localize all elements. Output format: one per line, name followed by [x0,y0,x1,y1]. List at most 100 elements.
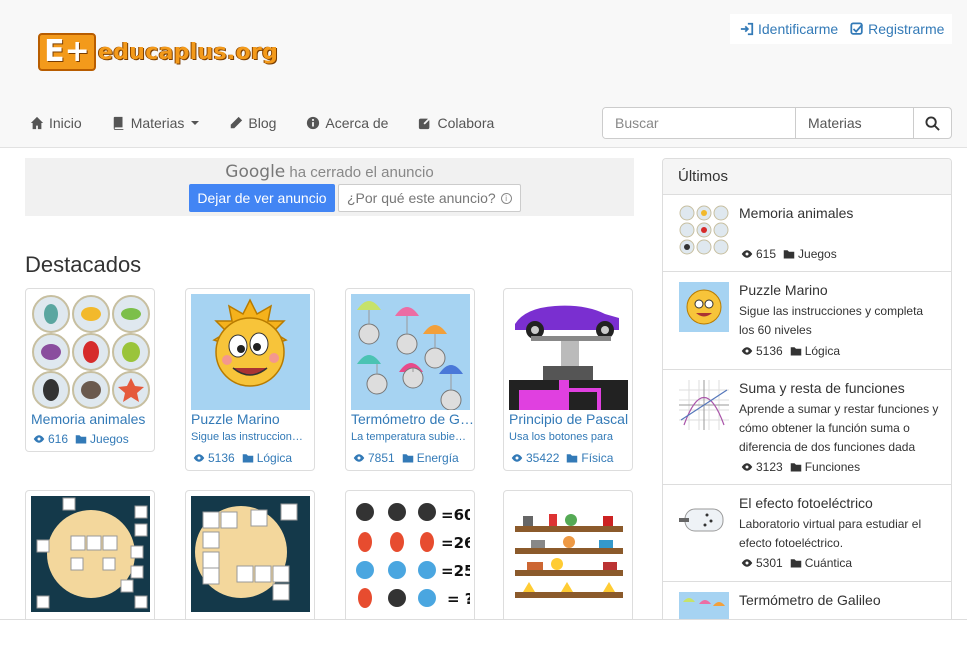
sidebar-item-meta: 5136 Lógica [741,344,840,358]
card-views: 7851 [368,451,395,465]
eye-icon [741,250,753,258]
eye-icon [741,347,753,355]
featured-card[interactable] [25,490,155,630]
functions-graph-thumbnail [679,380,729,430]
sidebar-item[interactable]: Suma y resta de funciones Aprende a suma… [663,370,951,485]
puzzle-marino-thumbnail [191,294,310,410]
sidebar-item[interactable]: Puzzle Marino Sigue las instrucciones y … [663,272,951,370]
nav-acerca[interactable]: Acerca de [306,115,388,131]
sidebar-item-title[interactable]: Termómetro de Galileo [739,592,881,608]
sidebar-item-meta: 3123 Funciones [741,460,860,474]
nav-colabora[interactable]: Colabora [418,115,494,131]
featured-card[interactable] [503,490,633,630]
login-label: Identificarme [758,21,839,37]
search-icon [925,115,940,131]
svg-text:=60: =60 [441,506,470,524]
card-title[interactable]: Termómetro de Galileo [351,411,475,427]
login-link[interactable]: Identificarme [740,21,838,37]
sidebar-item-title[interactable]: El efecto fotoeléctrico [739,495,873,511]
nav-colabora-label: Colabora [437,115,495,131]
featured-card[interactable]: Principio de Pascal Usa los botones para… [503,288,633,471]
site-logo[interactable]: E+ educaplus.org [38,30,278,74]
folder-icon [402,454,413,463]
search-bar: Materias [602,107,952,139]
numbers-game-thumbnail [191,496,310,612]
featured-card[interactable]: Puzzle Marino Sigue las instrucciones y … [185,288,315,471]
card-description: Sigue las instrucciones y completa [191,431,309,443]
nav-blog-label: Blog [248,115,277,131]
sidebar-item-title[interactable]: Puzzle Marino [739,282,828,298]
svg-text:=25: =25 [441,562,470,580]
share-icon [419,116,432,130]
logo-wordmark: educaplus.org [98,39,279,65]
check-square-icon [850,22,864,35]
search-input[interactable] [603,108,796,138]
principio-pascal-thumbnail [509,294,628,410]
main-nav: Inicio Materias Blog Acerca de Colabora [30,108,524,138]
memoria-animales-thumbnail [31,294,150,410]
sidebar-item-views: 5136 [756,344,783,358]
sidebar-item-title[interactable]: Memoria animales [739,205,853,221]
eye-icon [33,435,45,443]
letters-game-thumbnail [31,496,150,612]
chevron-down-icon [191,121,200,125]
ad-closed-message: Google ha cerrado el anuncio [25,162,634,182]
register-link[interactable]: Registrarme [850,21,944,37]
svg-text:= ?: = ? [447,590,470,608]
info-icon [307,116,320,130]
nav-blog[interactable]: Blog [229,115,276,131]
featured-card[interactable] [185,490,315,630]
sign-in-icon [740,22,754,36]
search-button[interactable] [914,108,951,138]
card-category: Juegos [90,432,129,446]
card-meta: 5136 Lógica [193,451,292,465]
stop-seeing-ad-button[interactable]: Dejar de ver anuncio [189,184,335,212]
sidebar-item-title[interactable]: Suma y resta de funciones [739,380,905,396]
sidebar-item-description: Sigue las instrucciones y completa los 6… [739,304,924,337]
search-category-select[interactable]: Materias [796,108,914,138]
sidebar-item-category: Juegos [798,247,837,261]
sidebar-item-category: Lógica [804,344,841,358]
sidebar-heading: Últimos [663,159,951,195]
sidebar-item-category: Cuántica [804,556,853,570]
photoelectric-thumbnail [679,495,729,545]
google-label: Google [225,162,286,182]
sidebar-item-description: Laboratorio virtual para estudiar el efe… [739,517,922,550]
folder-icon [790,347,801,356]
folder-icon [75,435,87,444]
why-this-ad-button[interactable]: ¿Por qué este anuncio? i [338,184,521,212]
card-views: 35422 [526,451,560,465]
sidebar-item-description: Aprende a sumar y restar funciones y cóm… [739,402,939,454]
featured-card[interactable]: =60 =26 =25 = ? [345,490,475,630]
card-title[interactable]: Memoria animales [31,411,155,427]
nav-materias-label: Materias [130,115,185,131]
sidebar-item-meta: 5301 Cuántica [741,556,852,570]
auth-bar: Identificarme Registrarme [730,14,952,44]
featured-card[interactable]: Memoria animales 616 Juegos [25,288,155,452]
eye-icon [511,454,523,462]
register-label: Registrarme [868,21,945,37]
sidebar-item-views: 615 [756,247,777,261]
featured-heading: Destacados [25,252,142,277]
card-description: Usa los botones para [509,431,613,443]
folder-icon [242,454,253,463]
folder-icon [790,463,801,472]
why-this-ad-label: ¿Por qué este anuncio? [347,190,496,206]
folder-icon [783,250,795,259]
sidebar-item[interactable]: El efecto fotoeléctrico Laboratorio virt… [663,485,951,582]
termometro-galileo-thumbnail [351,294,470,410]
card-category: Energía [416,451,459,465]
shelves-thumbnail [509,496,628,612]
eye-icon [741,463,753,471]
folder-icon [567,454,578,463]
card-title[interactable]: Principio de Pascal [509,411,633,427]
card-title[interactable]: Puzzle Marino [191,411,315,427]
sidebar-item[interactable]: Memoria animales 615 Juegos [663,195,951,272]
memoria-animales-thumbnail [679,205,729,255]
featured-card[interactable]: Termómetro de Galileo La temperatura sub… [345,288,475,471]
nav-materias[interactable]: Materias [112,115,200,131]
ad-closed-box: Google ha cerrado el anuncio Dejar de ve… [25,158,634,216]
bottom-edge [0,619,967,650]
site-header: E+ educaplus.org Identificarme Registrar… [0,0,967,148]
nav-inicio[interactable]: Inicio [30,115,82,131]
